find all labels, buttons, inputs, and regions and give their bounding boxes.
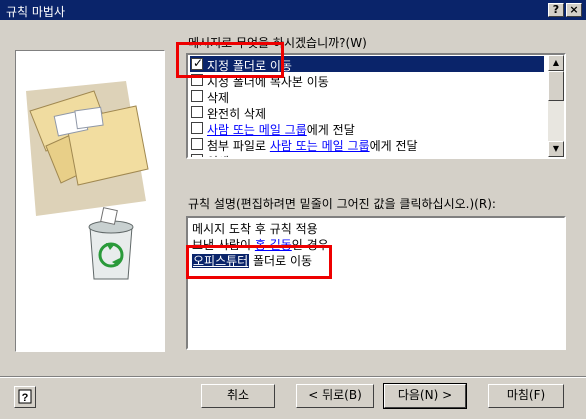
rule-description-box: 메시지 도착 후 규칙 적용 보낸 사람이 홍 길동인 경우 오피스튜터 폴더로…: [186, 216, 566, 350]
back-button[interactable]: < 뒤로(B): [296, 384, 374, 408]
action-item[interactable]: 첨부 파일로 사람 또는 메일 그룹에게 전달: [190, 136, 544, 154]
action-checkbox[interactable]: ✓: [191, 56, 204, 70]
action-checkbox[interactable]: [191, 122, 203, 134]
check-icon: ✓: [193, 56, 204, 70]
action-item[interactable]: 지정 폴더에 복사본 이동: [190, 72, 544, 90]
scroll-thumb[interactable]: [548, 71, 564, 101]
action-item-label: 완전히 삭제: [207, 105, 266, 122]
help-icon: ?: [18, 389, 32, 404]
finish-button[interactable]: 마침(F): [488, 384, 564, 408]
action-text: 첨부 파일로: [207, 139, 270, 153]
action-text: 완전히 삭제: [207, 107, 267, 121]
action-item[interactable]: ✓ 지정 폴더로 이동: [190, 56, 544, 74]
description-label: 규칙 설명(편집하려면 밑줄이 그어진 값을 클릭하십시오.)(R):: [188, 197, 496, 211]
folders-and-recycle-illustration: [26, 81, 149, 280]
close-button[interactable]: ×: [566, 3, 582, 17]
action-item-label: 지정 폴더에 복사본 이동: [207, 73, 329, 90]
action-text: 지정 폴더에 복사본 이동: [207, 75, 329, 89]
wizard-illustration: [15, 50, 165, 352]
help-button[interactable]: ?: [14, 386, 36, 408]
action-item-label: 지정 폴더로 이동: [207, 57, 292, 74]
actions-scrollbar[interactable]: ▲ ▼: [548, 55, 564, 157]
desc-line-apply: 메시지 도착 후 규칙 적용: [192, 222, 318, 236]
svg-text:?: ?: [22, 392, 29, 404]
action-item[interactable]: 사람 또는 메일 그룹에게 전달: [190, 120, 544, 138]
action-item-label: 사람 또는 메일 그룹에게 전달: [207, 121, 355, 138]
action-link[interactable]: 사람 또는 메일 그룹: [270, 139, 370, 153]
actions-listbox[interactable]: 인쇄첨부 파일로 사람 또는 메일 그룹에게 전달사람 또는 메일 그룹에게 전…: [186, 53, 566, 159]
action-text: 삭제: [207, 91, 230, 105]
action-checkbox[interactable]: [191, 138, 203, 150]
button-separator: [0, 376, 586, 378]
desc-line-sender: 보낸 사람이 홍 길동인 경우: [192, 238, 329, 252]
recycle-bin-icon: [88, 207, 134, 280]
scroll-up-icon[interactable]: ▲: [548, 55, 564, 71]
action-item-label: 첨부 파일로 사람 또는 메일 그룹에게 전달: [207, 137, 418, 154]
action-item-label: 삭제: [207, 89, 229, 106]
action-link[interactable]: 사람 또는 메일 그룹: [207, 123, 307, 137]
desc-line-move: 오피스튜터 폴더로 이동: [192, 254, 313, 268]
scroll-down-icon[interactable]: ▼: [548, 141, 564, 157]
help-title-button[interactable]: ?: [548, 3, 564, 17]
dialog-body: 메시지로 무엇을 하시겠습니까?(W) 인쇄첨부 파일로 사람 또는 메일 그룹…: [0, 20, 586, 419]
folder-link[interactable]: 오피스튜터: [192, 254, 250, 268]
title-bar: 규칙 마법사 ? ×: [0, 0, 586, 20]
action-item[interactable]: 완전히 삭제: [190, 104, 544, 122]
actions-label: 메시지로 무엇을 하시겠습니까?(W): [188, 36, 367, 50]
envelope-icon: [74, 106, 104, 130]
cancel-button[interactable]: 취소: [201, 384, 275, 408]
next-button[interactable]: 다음(N) >: [383, 383, 467, 409]
action-text: 에게 전달: [306, 123, 355, 137]
action-item[interactable]: 삭제: [190, 88, 544, 106]
action-checkbox[interactable]: [191, 74, 203, 86]
action-text: 에게 전달: [369, 139, 418, 153]
window-title: 규칙 마법사: [6, 5, 66, 19]
action-checkbox[interactable]: [191, 90, 203, 102]
action-text: 지정 폴더로 이동: [207, 59, 292, 73]
action-checkbox[interactable]: [191, 154, 203, 157]
sender-link[interactable]: 홍 길동: [255, 238, 292, 252]
action-text: 인쇄: [207, 155, 229, 157]
action-checkbox[interactable]: [191, 106, 203, 118]
